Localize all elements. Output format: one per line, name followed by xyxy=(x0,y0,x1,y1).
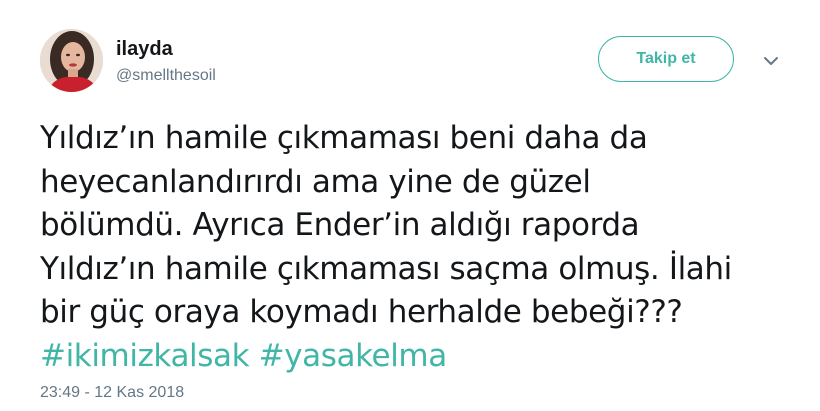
follow-button[interactable]: Takip et xyxy=(598,36,734,82)
tweet-card: ilayda @smellthesoil Takip et Yıldız’ın … xyxy=(0,0,820,411)
avatar[interactable] xyxy=(40,29,103,92)
tweet-text: Yıldız’ın hamile çıkmaması beni daha da … xyxy=(40,117,800,378)
chevron-down-icon[interactable] xyxy=(760,52,782,70)
tweet-text-line: heyecanlandırırdı ama yine de güzel xyxy=(40,163,591,200)
tweet-text-line: Yıldız’ın hamile çıkmaması saçma olmuş. … xyxy=(40,250,732,287)
user-handle[interactable]: @smellthesoil xyxy=(116,65,216,87)
user-info: ilayda @smellthesoil xyxy=(116,37,216,87)
avatar-image xyxy=(40,29,103,92)
display-name[interactable]: ilayda xyxy=(116,37,216,61)
hashtag-list: #ikimizkalsak #yasakelma xyxy=(40,335,800,379)
tweet-text-line: bir güç oraya koymadı herhalde bebeği??? xyxy=(40,294,683,330)
tweet-text-line: Yıldız’ın hamile çıkmaması beni daha da xyxy=(40,120,648,156)
tweet-text-line: bölümdü. Ayrıca Ender’in aldığı raporda xyxy=(40,207,640,243)
hashtag-link[interactable]: #ikimizkalsak xyxy=(40,338,250,374)
hashtag-link[interactable]: #yasakelma xyxy=(259,338,448,374)
timestamp[interactable]: 23:49 - 12 Kas 2018 xyxy=(40,383,184,403)
